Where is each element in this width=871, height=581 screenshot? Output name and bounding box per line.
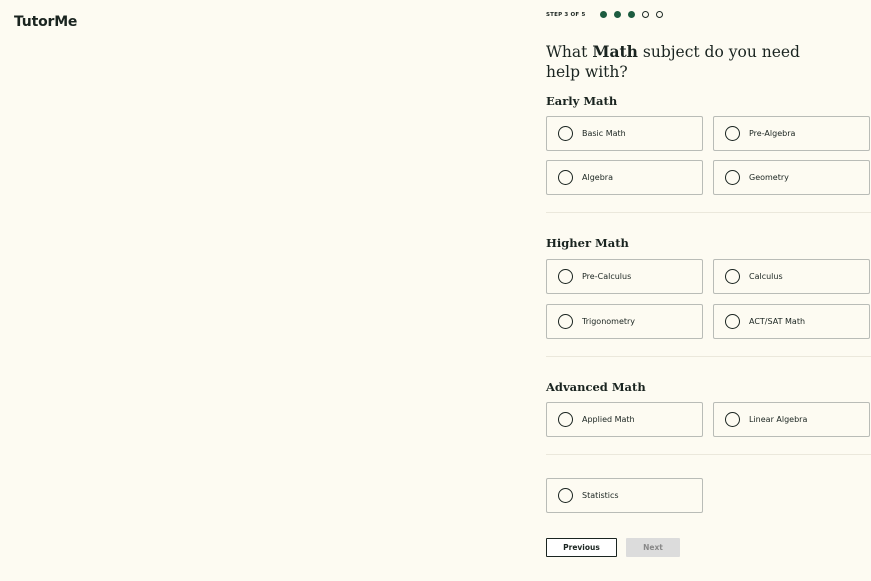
option-linear-algebra[interactable]: Linear Algebra [713,402,870,437]
step-dot-2 [613,11,621,18]
section-title-advanced-math: Advanced Math [546,380,646,394]
option-label: Calculus [749,272,783,281]
option-algebra[interactable]: Algebra [546,160,703,195]
step-dot-3 [627,11,635,18]
option-pre-algebra[interactable]: Pre-Algebra [713,116,870,151]
radio-circle-icon[interactable] [725,170,740,185]
question-prefix: What [546,43,593,61]
option-label: Statistics [582,491,619,500]
tutorme-logo[interactable]: TutorMe [14,14,77,30]
option-applied-math[interactable]: Applied Math [546,402,703,437]
radio-circle-icon[interactable] [725,269,740,284]
radio-circle-icon[interactable] [558,170,573,185]
option-basic-math[interactable]: Basic Math [546,116,703,151]
radio-circle-icon[interactable] [558,488,573,503]
step-dot-1 [599,11,607,18]
next-button[interactable]: Next [626,538,680,557]
section-title-higher-math: Higher Math [546,236,629,250]
radio-circle-icon[interactable] [725,314,740,329]
radio-circle-icon[interactable] [558,126,573,141]
radio-circle-icon[interactable] [558,269,573,284]
section-divider [546,356,871,357]
option-label: Applied Math [582,415,635,424]
question-highlight: Math [592,42,638,61]
step-label: STEP 3 OF 5 [546,11,586,18]
step-dot-4 [641,11,649,18]
radio-circle-icon[interactable] [725,412,740,427]
radio-circle-icon[interactable] [558,412,573,427]
page-question: What Math subject do you need help with? [546,42,836,82]
option-label: Basic Math [582,129,626,138]
option-label: Linear Algebra [749,415,808,424]
option-act-sat-math[interactable]: ACT/SAT Math [713,304,870,339]
radio-circle-icon[interactable] [558,314,573,329]
section-divider [546,212,871,213]
step-dot-5 [655,11,663,18]
radio-circle-icon[interactable] [725,126,740,141]
option-label: Trigonometry [582,317,636,326]
step-dots [599,11,670,18]
option-label: Geometry [749,173,789,182]
option-geometry[interactable]: Geometry [713,160,870,195]
option-trigonometry[interactable]: Trigonometry [546,304,703,339]
page-background: TutorMe STEP 3 OF 5 What Math subject do… [0,0,871,581]
option-pre-calculus[interactable]: Pre-Calculus [546,259,703,294]
previous-button[interactable]: Previous [546,538,617,557]
option-label: ACT/SAT Math [749,317,806,326]
step-progress: STEP 3 OF 5 [546,11,670,18]
option-label: Pre-Calculus [582,272,632,281]
option-label: Pre-Algebra [749,129,796,138]
section-divider [546,454,871,455]
option-calculus[interactable]: Calculus [713,259,870,294]
section-title-early-math: Early Math [546,94,618,108]
option-statistics[interactable]: Statistics [546,478,703,513]
option-label: Algebra [582,173,613,182]
